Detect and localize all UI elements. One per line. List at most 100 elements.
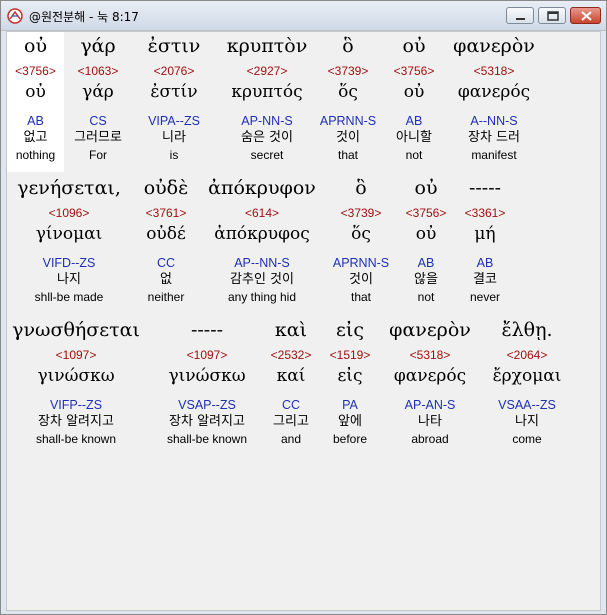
greek-word: γενήσεται, xyxy=(17,177,121,199)
word-cell[interactable]: οὐδὲ <3761> οὐδέ CC 없 neither xyxy=(131,174,201,305)
parsing-code: AB xyxy=(27,114,44,128)
strong-number: <3761> xyxy=(145,206,187,220)
lemma: γάρ xyxy=(82,82,114,102)
word-cell[interactable]: ὃ <3739> ὅς APRNN-S 것이 that xyxy=(315,32,381,163)
word-cell[interactable]: ἔλθῃ. <2064> ἔρχομαι VSAA--ZS 나지 come xyxy=(481,316,573,447)
lemma: ὅς xyxy=(338,82,358,102)
korean-gloss: 것이 xyxy=(336,130,360,145)
korean-gloss: 없고 xyxy=(23,130,48,145)
parsing-code: VSAA--ZS xyxy=(498,398,556,412)
lemma: οὐ xyxy=(415,224,437,244)
close-button[interactable] xyxy=(570,7,601,24)
korean-gloss: 없 xyxy=(160,272,172,287)
english-gloss: before xyxy=(332,432,368,446)
word-cell[interactable]: ----- <3361> μή AB 결코 never xyxy=(455,174,515,305)
korean-gloss: 그리고 xyxy=(273,414,309,429)
lemma: ἐστίν xyxy=(150,82,198,102)
parsing-code: AP-AN-S xyxy=(404,398,456,412)
korean-gloss: 나지 xyxy=(57,272,81,287)
english-gloss: and xyxy=(280,432,302,446)
word-cell[interactable]: φανερὸν <5318> φανερός A--NN-S 장차 드러 man… xyxy=(444,32,544,163)
word-cell[interactable]: γάρ <1063> γάρ CS 그러므로 For xyxy=(65,32,131,163)
strong-number: <3739> xyxy=(327,64,369,78)
korean-gloss: 것이 xyxy=(349,272,373,287)
strong-number: <3739> xyxy=(340,206,382,220)
strong-number: <2532> xyxy=(270,348,312,362)
greek-word: ἀπόκρυφον xyxy=(208,177,316,199)
word-cell[interactable]: ἐστιν <2076> ἐστίν VIPA--ZS 니라 is xyxy=(133,32,215,163)
word-cell[interactable]: ἀπόκρυφον <614> ἀπόκρυφος AP--NN-S 감추인 것… xyxy=(199,174,325,305)
maximize-button[interactable] xyxy=(538,7,566,24)
parsing-code: VIFD--ZS xyxy=(42,256,96,270)
korean-gloss: 앞에 xyxy=(338,414,362,429)
korean-gloss: 나지 xyxy=(515,414,539,429)
strong-number: <1097> xyxy=(186,348,228,362)
english-gloss: manifest xyxy=(471,148,517,162)
parsing-code: AP-NN-S xyxy=(241,114,293,128)
parsing-code: AB xyxy=(417,256,435,270)
english-gloss: shall-be known xyxy=(166,432,248,446)
strong-number: <3756> xyxy=(15,64,56,78)
strong-number: <2076> xyxy=(153,64,195,78)
english-gloss: any thing hid xyxy=(227,290,297,304)
strong-number: <3756> xyxy=(393,64,435,78)
parsing-code: CS xyxy=(89,114,107,128)
lemma: καί xyxy=(276,366,306,386)
minimize-icon xyxy=(516,18,525,20)
parsing-code: VIFP--ZS xyxy=(49,398,103,412)
korean-gloss: 장차 알려지고 xyxy=(38,414,114,429)
parsing-code: CC xyxy=(281,398,301,412)
word-cell[interactable]: ----- <1097> γινώσκω VSAP--ZS 장차 알려지고 sh… xyxy=(157,316,257,447)
lemma: γίνομαι xyxy=(35,224,103,244)
word-cell[interactable]: καὶ <2532> καί CC 그리고 and xyxy=(259,316,323,447)
greek-word: ὃ xyxy=(342,35,354,57)
lemma: φανερός xyxy=(457,82,531,102)
korean-gloss: 나타 xyxy=(418,414,442,429)
word-cell[interactable]: οὐ <3756> οὐ AB 아니할 not xyxy=(381,32,447,163)
word-cell[interactable]: οὐ <3756> οὐ AB 않을 not xyxy=(397,174,455,305)
word-cell[interactable]: οὐ <3756> οὐ AB 없고 nothing xyxy=(7,32,64,172)
word-cell[interactable]: γνωσθήσεται <1097> γινώσκω VIFP--ZS 장차 알… xyxy=(7,316,145,447)
greek-word: καὶ xyxy=(274,319,308,341)
lemma: ἀπόκρυφος xyxy=(214,224,310,244)
parsing-code: CC xyxy=(156,256,176,270)
greek-word: ἔλθῃ. xyxy=(501,319,553,341)
korean-gloss: 아니할 xyxy=(396,130,432,145)
greek-word: εἰς xyxy=(336,319,364,341)
word-cell[interactable]: ὃ <3739> ὅς APRNN-S 것이 that xyxy=(325,174,397,305)
strong-number: <1097> xyxy=(55,348,97,362)
korean-gloss: 숨은 것이 xyxy=(241,130,293,145)
lemma: κρυπτός xyxy=(231,82,303,102)
english-gloss: not xyxy=(405,148,423,162)
greek-word: ὃ xyxy=(355,177,367,199)
korean-gloss: 장차 드러 xyxy=(468,130,520,145)
parsing-code: AP--NN-S xyxy=(234,256,290,270)
lemma: οὐδέ xyxy=(146,224,186,244)
strong-number: <1519> xyxy=(329,348,371,362)
lemma: φανερός xyxy=(393,366,467,386)
strong-number: <3756> xyxy=(405,206,447,220)
english-gloss: that xyxy=(337,148,358,162)
english-gloss: neither xyxy=(147,290,185,304)
word-cell[interactable]: γενήσεται, <1096> γίνομαι VIFD--ZS 나지 sh… xyxy=(7,174,131,305)
parsing-code: VIPA--ZS xyxy=(148,114,200,128)
minimize-button[interactable] xyxy=(506,7,534,24)
korean-gloss: 감추인 것이 xyxy=(230,272,294,287)
word-cell[interactable]: φανερὸν <5318> φανερός AP-AN-S 나타 abroad xyxy=(377,316,483,447)
strong-number: <5318> xyxy=(409,348,451,362)
parsing-code: AB xyxy=(405,114,423,128)
word-cell[interactable]: κρυπτὸν <2927> κρυπτός AP-NN-S 숨은 것이 sec… xyxy=(213,32,321,163)
lemma: ὅς xyxy=(351,224,371,244)
title-bar[interactable]: @원전분해 - 눅 8:17 xyxy=(1,1,606,31)
parsing-code: VSAP--ZS xyxy=(178,398,236,412)
app-logo-icon xyxy=(7,8,23,24)
word-cell[interactable]: εἰς <1519> εἰς PA 앞에 before xyxy=(321,316,379,447)
lemma: οὐ xyxy=(403,82,425,102)
greek-word: οὐ xyxy=(414,177,438,199)
parsing-code: PA xyxy=(342,398,358,412)
window-title: @원전분해 - 눅 8:17 xyxy=(29,10,139,24)
greek-word: οὐδὲ xyxy=(143,177,189,199)
greek-word: γάρ xyxy=(80,35,116,57)
english-gloss: shall-be known xyxy=(35,432,117,446)
maximize-icon xyxy=(547,11,559,21)
